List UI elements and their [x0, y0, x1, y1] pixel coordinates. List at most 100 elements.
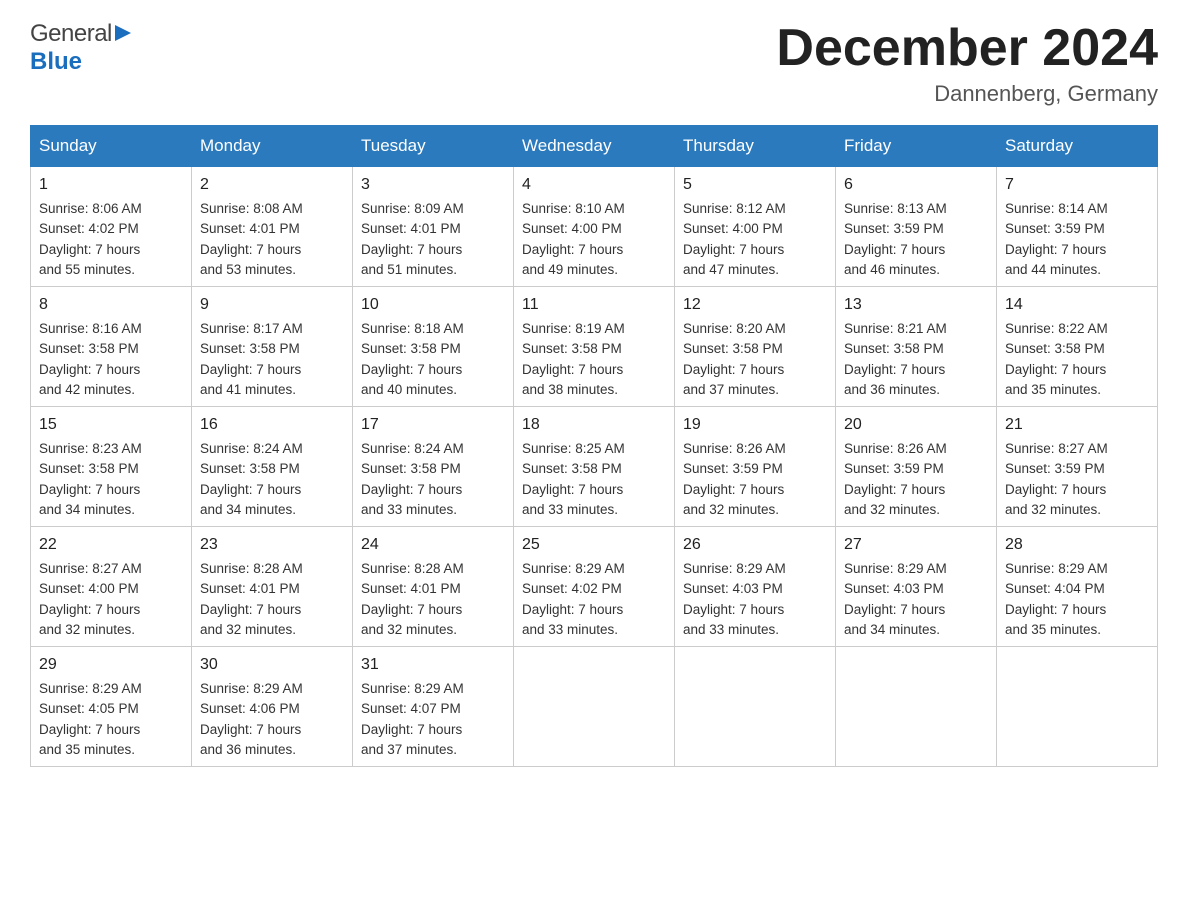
calendar-cell: 15 Sunrise: 8:23 AM Sunset: 3:58 PM Dayli…	[31, 407, 192, 527]
calendar-cell: 13 Sunrise: 8:21 AM Sunset: 3:58 PM Dayli…	[836, 287, 997, 407]
day-info: Sunrise: 8:06 AM Sunset: 4:02 PM Dayligh…	[39, 201, 142, 277]
day-number: 23	[200, 533, 344, 557]
calendar-cell	[997, 647, 1158, 767]
calendar-cell: 30Sunrise: 8:29 AM Sunset: 4:06 PM Dayli…	[192, 647, 353, 767]
header-wednesday: Wednesday	[514, 126, 675, 167]
day-number: 25	[522, 533, 666, 557]
day-number: 20	[844, 413, 988, 437]
title-section: December 2024 Dannenberg, Germany	[776, 20, 1158, 107]
calendar-cell: 10 Sunrise: 8:18 AM Sunset: 3:58 PM Dayli…	[353, 287, 514, 407]
day-info: Sunrise: 8:26 AM Sunset: 3:59 PM Dayligh…	[844, 441, 947, 517]
day-info: Sunrise: 8:16 AM Sunset: 3:58 PM Dayligh…	[39, 321, 142, 397]
day-number: 5	[683, 173, 827, 197]
day-number: 1	[39, 173, 183, 197]
day-number: 31	[361, 653, 505, 677]
calendar-cell: 5 Sunrise: 8:12 AM Sunset: 4:00 PM Daylig…	[675, 167, 836, 287]
calendar-cell: 19 Sunrise: 8:26 AM Sunset: 3:59 PM Dayli…	[675, 407, 836, 527]
calendar-cell: 29 Sunrise: 8:29 AM Sunset: 4:05 PM Dayli…	[31, 647, 192, 767]
calendar-body: 1 Sunrise: 8:06 AM Sunset: 4:02 PM Daylig…	[31, 167, 1158, 767]
day-number: 15	[39, 413, 183, 437]
header-thursday: Thursday	[675, 126, 836, 167]
location: Dannenberg, Germany	[776, 81, 1158, 107]
day-number: 27	[844, 533, 988, 557]
calendar-cell: 17 Sunrise: 8:24 AM Sunset: 3:58 PM Dayli…	[353, 407, 514, 527]
day-info: Sunrise: 8:29 AM Sunset: 4:06 PM Dayligh…	[200, 681, 303, 757]
calendar-week-row: 8 Sunrise: 8:16 AM Sunset: 3:58 PM Daylig…	[31, 287, 1158, 407]
calendar-cell: 1 Sunrise: 8:06 AM Sunset: 4:02 PM Daylig…	[31, 167, 192, 287]
calendar-cell: 20 Sunrise: 8:26 AM Sunset: 3:59 PM Dayli…	[836, 407, 997, 527]
logo-arrow-icon	[115, 23, 131, 48]
day-info: Sunrise: 8:29 AM Sunset: 4:03 PM Dayligh…	[683, 561, 786, 637]
day-number: 7	[1005, 173, 1149, 197]
day-info: Sunrise: 8:25 AM Sunset: 3:58 PM Dayligh…	[522, 441, 625, 517]
day-info: Sunrise: 8:28 AM Sunset: 4:01 PM Dayligh…	[200, 561, 303, 637]
calendar-cell: 22Sunrise: 8:27 AM Sunset: 4:00 PM Dayli…	[31, 527, 192, 647]
calendar-cell: 18Sunrise: 8:25 AM Sunset: 3:58 PM Dayli…	[514, 407, 675, 527]
day-number: 26	[683, 533, 827, 557]
day-number: 29	[39, 653, 183, 677]
day-info: Sunrise: 8:14 AM Sunset: 3:59 PM Dayligh…	[1005, 201, 1108, 277]
day-info: Sunrise: 8:24 AM Sunset: 3:58 PM Dayligh…	[200, 441, 303, 517]
day-info: Sunrise: 8:29 AM Sunset: 4:07 PM Dayligh…	[361, 681, 464, 757]
day-info: Sunrise: 8:26 AM Sunset: 3:59 PM Dayligh…	[683, 441, 786, 517]
calendar-cell: 26 Sunrise: 8:29 AM Sunset: 4:03 PM Dayli…	[675, 527, 836, 647]
day-info: Sunrise: 8:29 AM Sunset: 4:03 PM Dayligh…	[844, 561, 947, 637]
calendar-week-row: 22Sunrise: 8:27 AM Sunset: 4:00 PM Dayli…	[31, 527, 1158, 647]
day-number: 12	[683, 293, 827, 317]
day-info: Sunrise: 8:18 AM Sunset: 3:58 PM Dayligh…	[361, 321, 464, 397]
calendar-cell	[514, 647, 675, 767]
day-number: 6	[844, 173, 988, 197]
calendar-cell: 3Sunrise: 8:09 AM Sunset: 4:01 PM Daylig…	[353, 167, 514, 287]
day-info: Sunrise: 8:22 AM Sunset: 3:58 PM Dayligh…	[1005, 321, 1108, 397]
calendar-cell: 28Sunrise: 8:29 AM Sunset: 4:04 PM Dayli…	[997, 527, 1158, 647]
day-info: Sunrise: 8:23 AM Sunset: 3:58 PM Dayligh…	[39, 441, 142, 517]
calendar-cell: 9Sunrise: 8:17 AM Sunset: 3:58 PM Daylig…	[192, 287, 353, 407]
calendar-cell	[836, 647, 997, 767]
day-info: Sunrise: 8:29 AM Sunset: 4:05 PM Dayligh…	[39, 681, 142, 757]
day-number: 21	[1005, 413, 1149, 437]
header-monday: Monday	[192, 126, 353, 167]
day-info: Sunrise: 8:24 AM Sunset: 3:58 PM Dayligh…	[361, 441, 464, 517]
logo: General Blue	[30, 20, 131, 76]
calendar-cell: 6 Sunrise: 8:13 AM Sunset: 3:59 PM Daylig…	[836, 167, 997, 287]
day-number: 14	[1005, 293, 1149, 317]
header-saturday: Saturday	[997, 126, 1158, 167]
logo-blue-text: Blue	[30, 48, 82, 75]
calendar-cell: 12 Sunrise: 8:20 AM Sunset: 3:58 PM Dayli…	[675, 287, 836, 407]
day-number: 11	[522, 293, 666, 317]
day-info: Sunrise: 8:13 AM Sunset: 3:59 PM Dayligh…	[844, 201, 947, 277]
day-number: 19	[683, 413, 827, 437]
page-header: General Blue December 2024 Dannenberg, G…	[30, 20, 1158, 107]
day-number: 17	[361, 413, 505, 437]
calendar-week-row: 15 Sunrise: 8:23 AM Sunset: 3:58 PM Dayli…	[31, 407, 1158, 527]
day-info: Sunrise: 8:20 AM Sunset: 3:58 PM Dayligh…	[683, 321, 786, 397]
calendar-cell: 25Sunrise: 8:29 AM Sunset: 4:02 PM Dayli…	[514, 527, 675, 647]
calendar-cell: 23 Sunrise: 8:28 AM Sunset: 4:01 PM Dayli…	[192, 527, 353, 647]
calendar-cell: 14 Sunrise: 8:22 AM Sunset: 3:58 PM Dayli…	[997, 287, 1158, 407]
calendar-cell: 21Sunrise: 8:27 AM Sunset: 3:59 PM Dayli…	[997, 407, 1158, 527]
day-number: 8	[39, 293, 183, 317]
header-row: Sunday Monday Tuesday Wednesday Thursday…	[31, 126, 1158, 167]
day-info: Sunrise: 8:21 AM Sunset: 3:58 PM Dayligh…	[844, 321, 947, 397]
day-number: 16	[200, 413, 344, 437]
calendar-cell: 8 Sunrise: 8:16 AM Sunset: 3:58 PM Daylig…	[31, 287, 192, 407]
calendar-cell: 27 Sunrise: 8:29 AM Sunset: 4:03 PM Dayli…	[836, 527, 997, 647]
calendar-week-row: 29 Sunrise: 8:29 AM Sunset: 4:05 PM Dayli…	[31, 647, 1158, 767]
calendar-cell	[675, 647, 836, 767]
day-number: 13	[844, 293, 988, 317]
calendar-cell: 2 Sunrise: 8:08 AM Sunset: 4:01 PM Daylig…	[192, 167, 353, 287]
day-info: Sunrise: 8:28 AM Sunset: 4:01 PM Dayligh…	[361, 561, 464, 637]
calendar-cell: 16 Sunrise: 8:24 AM Sunset: 3:58 PM Dayli…	[192, 407, 353, 527]
day-info: Sunrise: 8:12 AM Sunset: 4:00 PM Dayligh…	[683, 201, 786, 277]
day-info: Sunrise: 8:10 AM Sunset: 4:00 PM Dayligh…	[522, 201, 625, 277]
day-info: Sunrise: 8:09 AM Sunset: 4:01 PM Dayligh…	[361, 201, 464, 277]
day-number: 2	[200, 173, 344, 197]
day-number: 9	[200, 293, 344, 317]
day-info: Sunrise: 8:08 AM Sunset: 4:01 PM Dayligh…	[200, 201, 303, 277]
day-number: 24	[361, 533, 505, 557]
day-info: Sunrise: 8:19 AM Sunset: 3:58 PM Dayligh…	[522, 321, 625, 397]
day-number: 10	[361, 293, 505, 317]
calendar-table: Sunday Monday Tuesday Wednesday Thursday…	[30, 125, 1158, 767]
day-info: Sunrise: 8:29 AM Sunset: 4:04 PM Dayligh…	[1005, 561, 1108, 637]
calendar-cell: 24 Sunrise: 8:28 AM Sunset: 4:01 PM Dayli…	[353, 527, 514, 647]
